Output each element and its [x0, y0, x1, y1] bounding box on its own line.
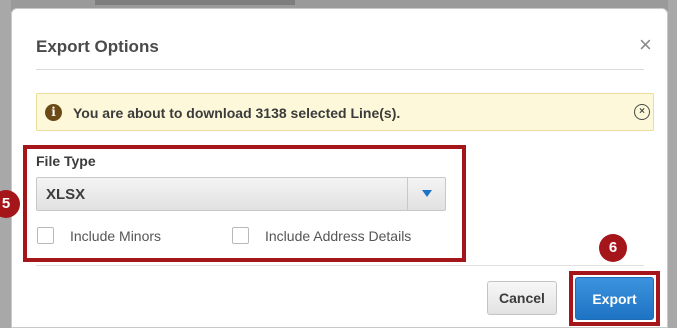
close-icon[interactable]: ×: [639, 34, 652, 56]
alert-dismiss-icon[interactable]: ×: [634, 104, 650, 120]
dialog-title: Export Options: [36, 37, 159, 56]
include-minors-checkbox[interactable]: [37, 227, 54, 244]
file-type-selected-value: XLSX: [46, 186, 86, 203]
include-address-details-checkbox[interactable]: [232, 227, 249, 244]
include-address-details-label: Include Address Details: [265, 228, 412, 244]
info-icon: i: [45, 104, 62, 121]
chevron-down-icon[interactable]: [407, 178, 445, 210]
cancel-button[interactable]: Cancel: [487, 281, 557, 315]
file-type-select[interactable]: XLSX: [36, 177, 446, 211]
footer-divider: [36, 265, 644, 266]
file-type-label: File Type: [36, 153, 96, 169]
header-divider: [36, 69, 644, 70]
export-options-dialog: Export Options × i You are about to down…: [0, 8, 668, 328]
alert-message: You are about to download 3138 selected …: [73, 105, 401, 121]
step-6-badge: 6: [599, 234, 627, 262]
background-text-blur: [95, 0, 295, 5]
download-info-alert: i You are about to download 3138 selecte…: [36, 93, 654, 131]
backdrop-left: [0, 0, 11, 328]
step-5-badge: 5: [0, 190, 20, 218]
export-button[interactable]: Export: [575, 277, 654, 320]
backdrop-right: [668, 0, 677, 328]
include-minors-label: Include Minors: [70, 228, 162, 244]
